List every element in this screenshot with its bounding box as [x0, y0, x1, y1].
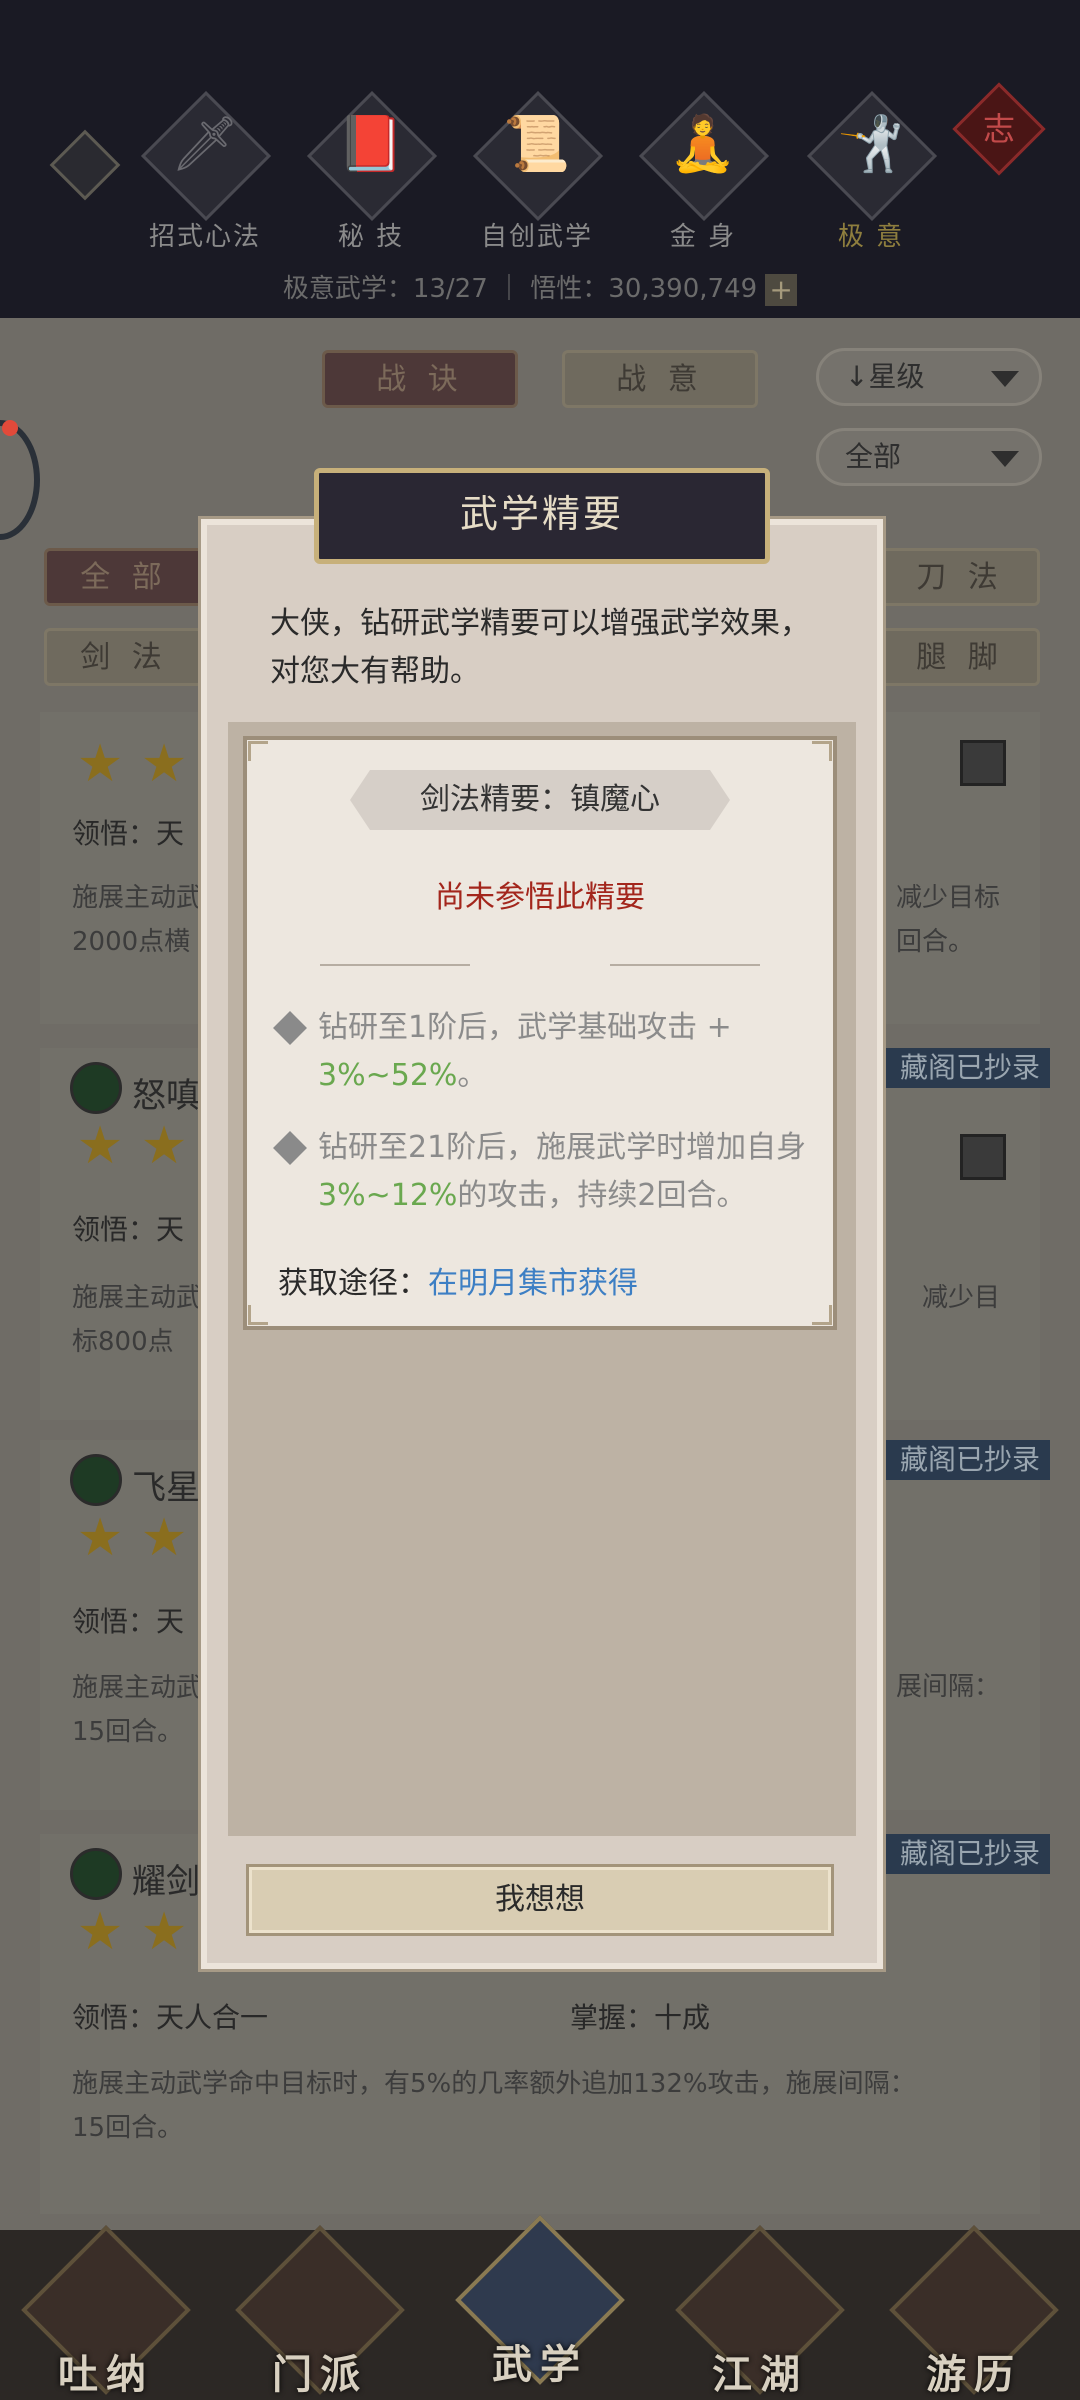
corner-ornament: [248, 1305, 268, 1325]
nav-youli[interactable]: 游历: [889, 2225, 1059, 2400]
tab-label: 极 意: [837, 222, 905, 252]
nav-label: 武学: [492, 2341, 588, 2388]
skill-type-icon: [960, 1134, 1006, 1180]
tab-label: 金 身: [669, 222, 737, 252]
skill-desc: 施展主动武 标800点: [72, 1283, 203, 1357]
library-badge: 藏阁已抄录: [880, 1048, 1050, 1088]
lingwu-text: 领悟：天: [72, 1213, 185, 1246]
essence-subtitle: 剑法精要：镇魔心: [420, 782, 660, 817]
nav-menpai[interactable]: 门派: [235, 2225, 405, 2400]
nav-label: 江湖: [712, 2351, 808, 2398]
notification-dot: [2, 420, 18, 436]
lingwu-text: 领悟：天人合一: [72, 2001, 269, 2034]
lingwu-text: 领悟：天: [72, 817, 185, 850]
tab-zhaoshi-xinfa[interactable]: 🗡 招式心法: [130, 90, 280, 254]
skill-name: 怒嗔: [132, 1076, 200, 1116]
modal-title: 武学精要: [459, 492, 624, 536]
effect-tier-21: 钻研至21阶后，施展武学时增加自身3%~12%的攻击，持续2回合。: [318, 1130, 807, 1213]
divider: [610, 964, 760, 966]
nav-label: 游历: [926, 2351, 1022, 2398]
type-all-button[interactable]: 全 部: [44, 548, 204, 606]
skill-desc: 施展主动武 2000点横: [72, 883, 203, 957]
stats-text: 极意武学：13/27 ｜ 悟性：30,390,749: [282, 274, 758, 304]
tab-miji[interactable]: 📕 秘 技: [296, 90, 446, 254]
skill-orb-icon: [70, 1062, 122, 1114]
star-icon: ★: [140, 1902, 188, 1962]
tab-jinshen[interactable]: 🧘 金 身: [628, 90, 778, 254]
source-label: 获取途径：: [278, 1266, 428, 1301]
star-icon: ★: [76, 1902, 124, 1962]
corner-ornament: [248, 741, 268, 761]
skill-name: 耀剑: [132, 1862, 200, 1902]
skill-name: 飞星: [132, 1468, 200, 1508]
skill-orb-icon: [70, 1848, 122, 1900]
source-link[interactable]: 在明月集市获得: [428, 1266, 638, 1301]
type-blade-button[interactable]: 刀 法: [880, 548, 1040, 606]
skill-desc-right: 减少目标 回合。: [895, 883, 1000, 957]
corner-ornament: [812, 1305, 832, 1325]
think-button[interactable]: 我想想: [246, 1864, 834, 1936]
add-button[interactable]: +: [765, 273, 798, 306]
chevron-down-icon: [991, 371, 1019, 387]
sort-arrow-icon: ↓: [845, 360, 869, 393]
star-icon: ★: [140, 734, 188, 794]
acquire-source: 获取途径：在明月集市获得: [278, 1258, 638, 1302]
type-sword-button[interactable]: 剑 法: [44, 628, 204, 686]
tab-label: 秘 技: [337, 222, 405, 252]
star-icon: ★: [76, 1508, 124, 1568]
effect-tier-1: 钻研至1阶后，武学基础攻击 + 3%~52%。: [318, 1010, 732, 1093]
nav-jianghu[interactable]: 江湖: [675, 2225, 845, 2400]
nav-label: 吐纳: [58, 2351, 154, 2398]
sort-label: 星级: [868, 360, 925, 393]
skill-desc: 施展主动武学命中目标时，有5%的几率额外追加132%攻击，施展间隔： 15回合。: [72, 2069, 916, 2143]
star-icon: ★: [140, 1116, 188, 1176]
type-leg-button[interactable]: 腿 脚: [880, 628, 1040, 686]
skill-desc-right: 展间隔：: [895, 1672, 1000, 1702]
category-select[interactable]: 全部: [816, 428, 1042, 486]
corner-ornament: [812, 741, 832, 761]
nav-label: 门派: [272, 2351, 368, 2398]
effect-value: 3%~12%: [318, 1178, 458, 1213]
star-icon: ★: [76, 734, 124, 794]
lingwu-text: 领悟：天: [72, 1605, 185, 1638]
sort-select[interactable]: ↓星级: [816, 348, 1042, 406]
tab-jiyi[interactable]: 🤺 极 意: [796, 90, 946, 254]
modal-intro: 大侠，钻研武学精要可以增强武学效果，对您大有帮助。: [270, 606, 810, 689]
star-icon: ★: [140, 1508, 188, 1568]
tab-zichuang-wuxue[interactable]: 📜 自创武学: [462, 90, 612, 254]
library-badge: 藏阁已抄录: [880, 1834, 1050, 1874]
divider: [320, 964, 470, 966]
charm-text: 志: [982, 110, 1015, 148]
category-label: 全部: [845, 440, 902, 473]
chevron-down-icon: [991, 451, 1019, 467]
nav-wuxue[interactable]: 武学: [455, 2215, 625, 2390]
skill-desc-right: 减少目: [921, 1283, 1000, 1313]
tab-label: 招式心法: [148, 222, 261, 252]
filter-zhanyi[interactable]: 战 意: [562, 350, 758, 408]
mastery-text: 掌握：十成: [569, 2001, 710, 2034]
skill-orb-icon: [70, 1454, 122, 1506]
filter-zhanjue[interactable]: 战 诀: [322, 350, 518, 408]
skill-desc: 施展主动武 15回合。: [72, 1673, 203, 1747]
nav-tuna[interactable]: 吐纳: [21, 2225, 191, 2400]
skill-type-icon: [960, 740, 1006, 786]
effect-value: 3%~52%: [318, 1058, 458, 1093]
stats-line: 极意武学：13/27 ｜ 悟性：30,390,749 +: [0, 268, 1080, 306]
tab-label: 自创武学: [480, 222, 593, 252]
essence-status: 尚未参悟此精要: [435, 880, 645, 915]
library-badge: 藏阁已抄录: [880, 1440, 1050, 1480]
star-icon: ★: [76, 1116, 124, 1176]
